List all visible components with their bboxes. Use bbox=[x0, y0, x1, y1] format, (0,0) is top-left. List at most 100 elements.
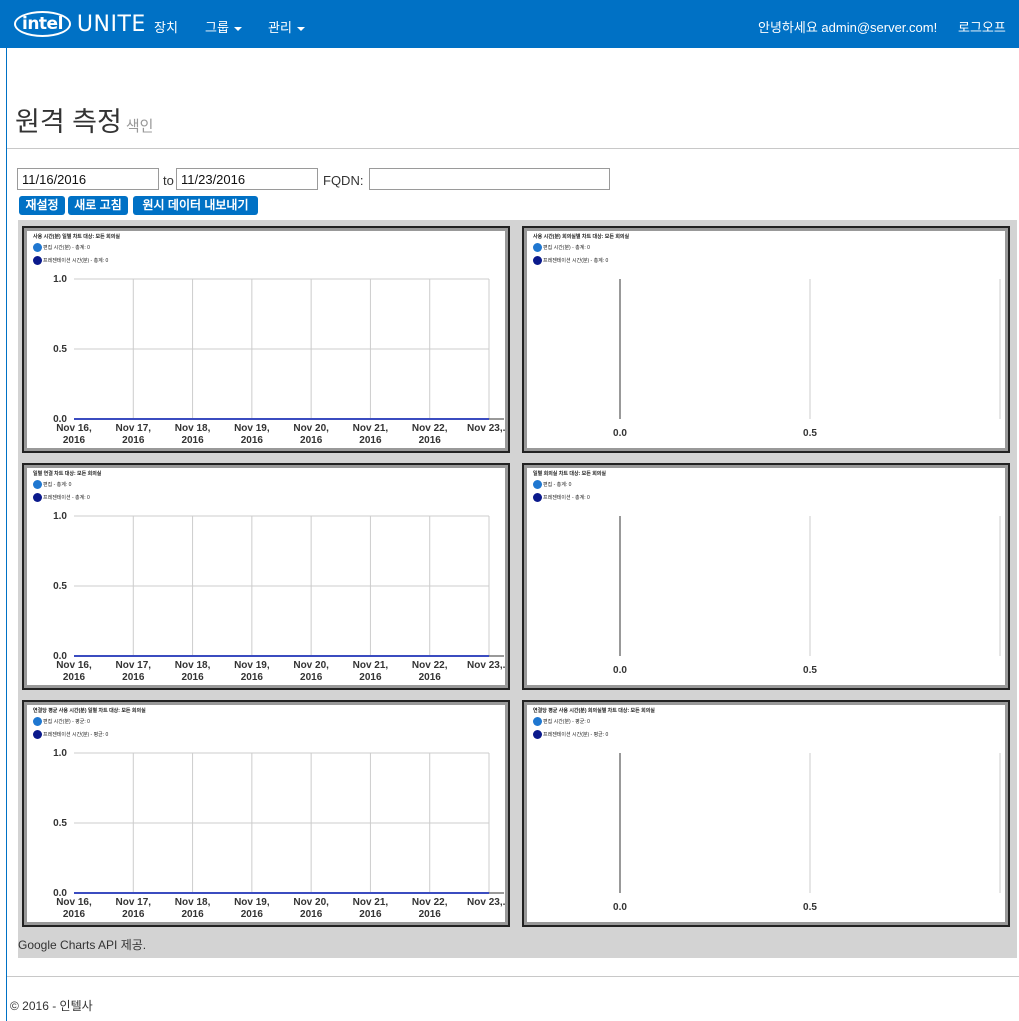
x-tick-label: 2016 bbox=[63, 909, 86, 920]
y-tick-label: 0.5 bbox=[53, 344, 67, 355]
x-tick-label: Nov 22, bbox=[412, 423, 448, 434]
nav-manage-dropdown[interactable]: 관리 bbox=[268, 17, 305, 36]
x-tick-label: 0.5 bbox=[803, 428, 817, 439]
x-tick-label: 2016 bbox=[122, 672, 145, 683]
x-tick-label: 2016 bbox=[359, 909, 382, 920]
x-tick-label: Nov 21, bbox=[353, 897, 389, 908]
chart-avg-usage-room: 연결당 평균 사용 시간(분) 회의실별 차트 대상: 모든 회의실 편집 시간… bbox=[527, 705, 1005, 922]
chart-room-usage: 사용 시간(분) 회의실별 차트 대상: 모든 회의실 편집 시간(분) - 총… bbox=[527, 231, 1005, 448]
x-tick-label: 2016 bbox=[181, 672, 204, 683]
top-navbar: intel UNITE 장치 그룹 관리 안녕하세요 admin@server.… bbox=[0, 0, 1019, 48]
x-tick-label: Nov 21, bbox=[353, 423, 389, 434]
x-tick-label: Nov 17, bbox=[115, 423, 151, 434]
logout-link[interactable]: 로그오프 bbox=[958, 17, 1006, 36]
page-title: 원격 측정 색인 bbox=[15, 100, 153, 139]
x-tick-label: Nov 16, bbox=[56, 897, 92, 908]
divider bbox=[7, 976, 1019, 977]
chevron-down-icon bbox=[233, 26, 242, 31]
bar-chart-plot: 0.0 0.5 bbox=[613, 516, 1001, 676]
nav-manage-label: 관리 bbox=[268, 20, 292, 35]
x-tick-label: 2016 bbox=[241, 672, 264, 683]
chart-daily-usage: 사용 시간(분) 일별 차트 대상: 모든 회의실 편집 시간(분) - 총계:… bbox=[27, 231, 505, 448]
x-tick-label: 0.0 bbox=[613, 665, 627, 676]
x-tick-label: 2016 bbox=[419, 672, 442, 683]
x-tick-label: 2016 bbox=[359, 435, 382, 446]
x-tick-label: 2016 bbox=[181, 435, 204, 446]
chart-panel-daily-rooms: 일별 회의실 차트 대상: 모든 회의실 편집 - 총계: 0 프레젠테이션 -… bbox=[522, 463, 1010, 690]
x-tick-label: Nov 23,... bbox=[467, 897, 505, 908]
chart-panel-avg-usage-daily: 연결당 평균 사용 시간(분) 일별 차트 대상: 모든 회의실 편집 시간(분… bbox=[22, 700, 510, 927]
x-tick-label: Nov 18, bbox=[175, 660, 211, 671]
charts-credit: Google Charts API 제공. bbox=[18, 938, 147, 952]
x-tick-label: 2016 bbox=[300, 672, 323, 683]
chart-panel-avg-usage-room: 연결당 평균 사용 시간(분) 회의실별 차트 대상: 모든 회의실 편집 시간… bbox=[522, 700, 1010, 927]
x-tick-label: Nov 20, bbox=[293, 897, 329, 908]
logout-label: 로그오프 bbox=[958, 20, 1006, 35]
x-tick-label: Nov 20, bbox=[293, 423, 329, 434]
x-tick-label: 2016 bbox=[300, 435, 323, 446]
chart-daily-connections: 일별 연결 차트 대상: 모든 회의실 편집 - 총계: 0 프레젠테이션 - … bbox=[27, 468, 505, 685]
x-tick-label: 2016 bbox=[122, 909, 145, 920]
x-tick-label: 2016 bbox=[419, 435, 442, 446]
x-tick-label: Nov 16, bbox=[56, 423, 92, 434]
x-tick-label: Nov 22, bbox=[412, 660, 448, 671]
line-chart-plot: 0.00.51.0Nov 16,2016Nov 17,2016Nov 18,20… bbox=[53, 748, 505, 920]
x-tick-label: Nov 17, bbox=[115, 660, 151, 671]
nav-groups-label: 그룹 bbox=[205, 20, 229, 35]
chart-daily-rooms: 일별 회의실 차트 대상: 모든 회의실 편집 - 총계: 0 프레젠테이션 -… bbox=[527, 468, 1005, 685]
line-chart-plot: 0.00.51.0Nov 16,2016Nov 17,2016Nov 18,20… bbox=[53, 511, 505, 683]
bar-chart-plot: 0.0 0.5 bbox=[613, 753, 1001, 913]
line-chart-plot: 0.00.51.0Nov 16,2016Nov 17,2016Nov 18,20… bbox=[53, 274, 505, 446]
x-tick-label: Nov 17, bbox=[115, 897, 151, 908]
x-tick-label: Nov 23,... bbox=[467, 423, 505, 434]
y-tick-label: 0.5 bbox=[53, 581, 67, 592]
nav-groups-dropdown[interactable]: 그룹 bbox=[205, 17, 242, 36]
reset-button[interactable]: 재설정 bbox=[19, 196, 65, 215]
to-date-input[interactable] bbox=[176, 168, 318, 190]
y-tick-label: 1.0 bbox=[53, 274, 67, 285]
x-tick-label: 2016 bbox=[419, 909, 442, 920]
x-tick-label: 2016 bbox=[241, 909, 264, 920]
x-tick-label: 2016 bbox=[300, 909, 323, 920]
y-tick-label: 1.0 bbox=[53, 748, 67, 759]
refresh-button[interactable]: 새로 고침 bbox=[68, 196, 128, 215]
x-tick-label: Nov 22, bbox=[412, 897, 448, 908]
page-left-rule bbox=[6, 48, 7, 1021]
chart-avg-usage-daily: 연결당 평균 사용 시간(분) 일별 차트 대상: 모든 회의실 편집 시간(분… bbox=[27, 705, 505, 922]
x-tick-label: Nov 18, bbox=[175, 897, 211, 908]
nav-devices[interactable]: 장치 bbox=[154, 17, 178, 36]
unite-wordmark: UNITE bbox=[76, 11, 146, 37]
x-tick-label: 2016 bbox=[181, 909, 204, 920]
x-tick-label: 2016 bbox=[241, 435, 264, 446]
y-tick-label: 0.5 bbox=[53, 818, 67, 829]
chart-panel-daily-usage: 사용 시간(분) 일별 차트 대상: 모든 회의실 편집 시간(분) - 총계:… bbox=[22, 226, 510, 453]
x-tick-label: 0.5 bbox=[803, 902, 817, 913]
x-tick-label: 0.5 bbox=[803, 665, 817, 676]
x-tick-label: 2016 bbox=[122, 435, 145, 446]
x-tick-label: Nov 21, bbox=[353, 660, 389, 671]
user-greeting-label: 안녕하세요 admin@server.com! bbox=[758, 20, 938, 35]
chart-panel-room-usage: 사용 시간(분) 회의실별 차트 대상: 모든 회의실 편집 시간(분) - 총… bbox=[522, 226, 1010, 453]
x-tick-label: 2016 bbox=[63, 672, 86, 683]
nav-devices-label: 장치 bbox=[154, 20, 178, 35]
x-tick-label: 2016 bbox=[63, 435, 86, 446]
x-tick-label: 0.0 bbox=[613, 428, 627, 439]
x-tick-label: Nov 19, bbox=[234, 897, 270, 908]
brand-logo[interactable]: intel UNITE bbox=[14, 7, 146, 41]
user-greeting[interactable]: 안녕하세요 admin@server.com! bbox=[758, 17, 937, 36]
chevron-down-icon bbox=[296, 26, 305, 31]
x-tick-label: Nov 23,... bbox=[467, 660, 505, 671]
intel-logo: intel bbox=[14, 11, 71, 37]
to-label: to bbox=[163, 173, 174, 188]
fqdn-input[interactable] bbox=[369, 168, 610, 190]
x-tick-label: Nov 19, bbox=[234, 660, 270, 671]
x-tick-label: Nov 18, bbox=[175, 423, 211, 434]
from-date-input[interactable] bbox=[17, 168, 159, 190]
page-subtitle: 색인 bbox=[125, 118, 154, 135]
page-title-text: 원격 측정 bbox=[15, 107, 122, 137]
x-tick-label: Nov 19, bbox=[234, 423, 270, 434]
export-raw-data-button[interactable]: 원시 데이터 내보내기 bbox=[133, 196, 258, 215]
footer-copyright: © 2016 - 인텔사 bbox=[10, 999, 93, 1013]
x-tick-label: Nov 20, bbox=[293, 660, 329, 671]
x-tick-label: 0.0 bbox=[613, 902, 627, 913]
